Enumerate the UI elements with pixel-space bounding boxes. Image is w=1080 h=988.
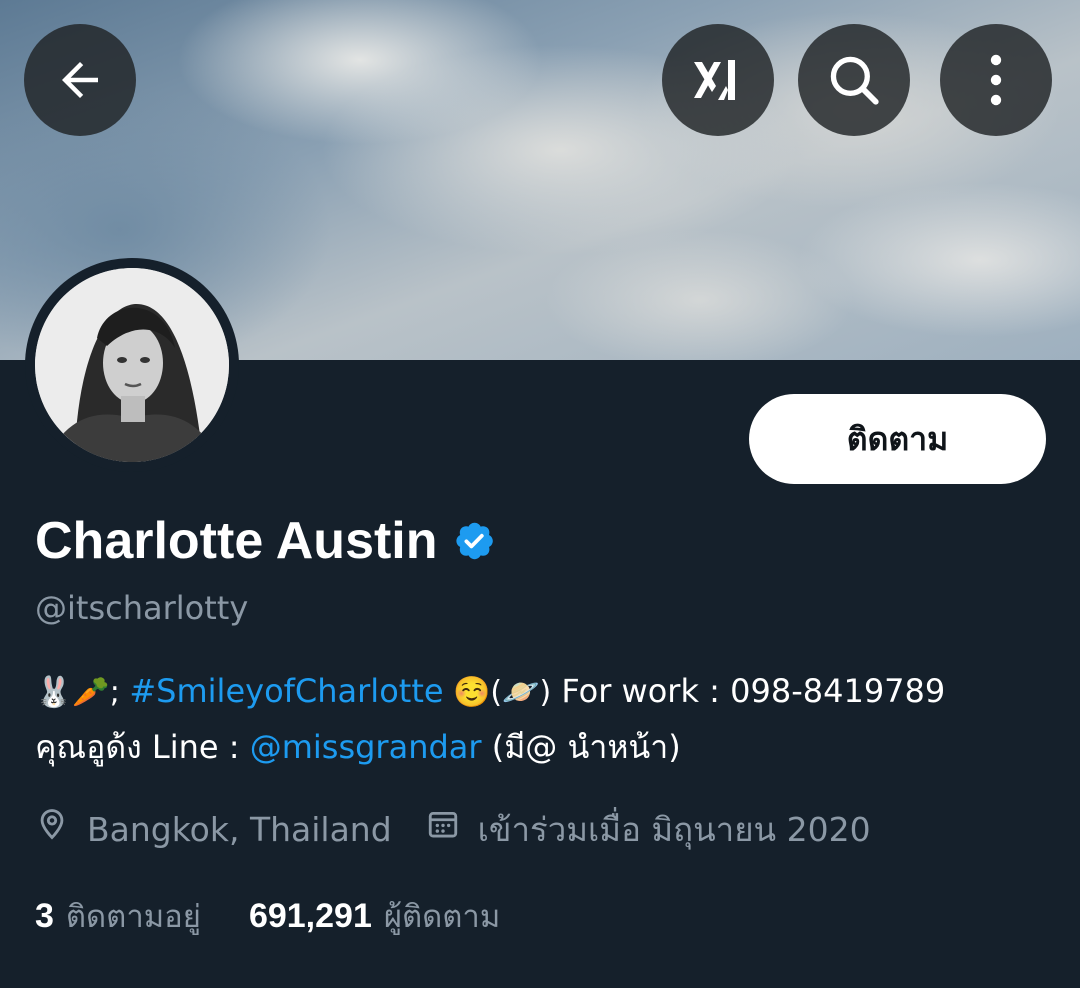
- bio-work-contact: For work : 098-8419789: [551, 672, 946, 710]
- calendar-icon: [426, 806, 478, 854]
- join-date: เข้าร่วมเมื่อ มิถุนายน 2020: [426, 806, 871, 854]
- search-button[interactable]: [798, 24, 910, 136]
- following-count: 3: [35, 897, 54, 935]
- follow-button-label: ติดตาม: [846, 419, 949, 458]
- back-arrow-icon: [53, 53, 107, 107]
- user-handle: @itscharlotty: [35, 589, 249, 627]
- followers-stat[interactable]: 691,291 ผู้ติดตาม: [249, 892, 500, 941]
- profile-bio: 🐰🥕; #SmileyofCharlotte ☺️(🪐) For work : …: [35, 664, 1055, 774]
- profile-page: ติดตาม Charlotte Austin @itscharlotty 🐰🥕…: [0, 0, 1080, 988]
- avatar-frame[interactable]: [25, 258, 239, 472]
- avatar[interactable]: [35, 268, 229, 462]
- profile-meta: Bangkok, Thailand เข้าร่วมเมื่อ มิถุนายน…: [35, 806, 871, 854]
- bio-line-prefix: คุณอูด้ง Line :: [35, 728, 250, 766]
- bio-emoji-prefix: 🐰🥕;: [35, 675, 130, 710]
- bio-line-1: 🐰🥕; #SmileyofCharlotte ☺️(🪐) For work : …: [35, 664, 1055, 720]
- grok-button[interactable]: [662, 24, 774, 136]
- name-row: Charlotte Austin: [35, 508, 496, 574]
- location-pin-icon: [35, 806, 87, 854]
- follow-button[interactable]: ติดตาม: [749, 394, 1046, 484]
- join-date-text: เข้าร่วมเมื่อ มิถุนายน 2020: [477, 810, 871, 849]
- followers-count: 691,291: [248, 897, 372, 935]
- more-vertical-icon: [976, 52, 1016, 108]
- more-options-button[interactable]: [940, 24, 1052, 136]
- search-icon: [825, 51, 883, 109]
- hashtag-link[interactable]: #SmileyofCharlotte: [129, 672, 443, 710]
- mention-link[interactable]: @missgrandar: [250, 728, 482, 766]
- location-text: Bangkok, Thailand: [87, 810, 392, 849]
- follow-stats: 3 ติดตามอยู่ 691,291 ผู้ติดตาม: [35, 892, 500, 941]
- bio-line-2: คุณอูด้ง Line : @missgrandar (มี@ นำหน้า…: [35, 720, 1055, 774]
- location: Bangkok, Thailand: [35, 806, 392, 854]
- display-name: Charlotte Austin: [35, 512, 438, 570]
- bio-line-suffix: (มี@ นำหน้า): [481, 728, 681, 766]
- following-label: ติดตามอยู่: [65, 899, 201, 935]
- bio-emoji-suffix: ☺️(🪐): [443, 675, 552, 710]
- followers-label: ผู้ติดตาม: [383, 899, 501, 935]
- grok-logo-icon: [688, 50, 748, 110]
- back-button[interactable]: [24, 24, 136, 136]
- verified-badge-icon[interactable]: [452, 519, 496, 563]
- following-stat[interactable]: 3 ติดตามอยู่: [35, 892, 201, 941]
